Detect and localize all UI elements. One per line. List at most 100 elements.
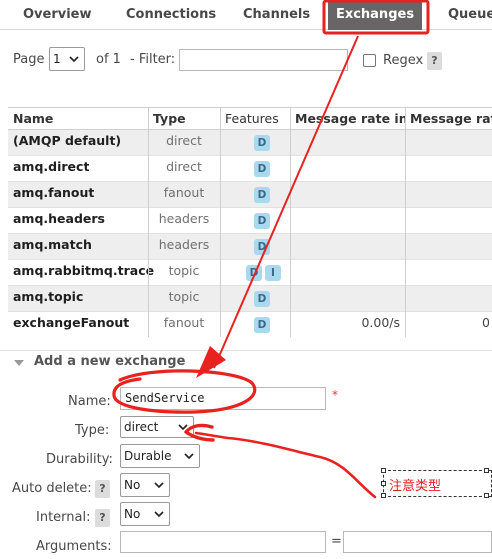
tab-connections[interactable]: Connections (126, 0, 216, 30)
rate-out: 0 (482, 315, 490, 330)
chevron-down-icon (69, 56, 79, 63)
durable-badge: D (254, 317, 270, 333)
table-row[interactable]: exchangeFanout fanout D 0.00/s 0 (8, 312, 492, 337)
exchange-name[interactable]: amq.match (13, 234, 92, 260)
auto-delete-label: Auto delete: (12, 481, 92, 496)
rate-in (290, 182, 405, 208)
exchange-name[interactable]: amq.topic (13, 286, 83, 312)
type-label: Type: (75, 423, 110, 438)
table-row[interactable]: amq.headers headers D (8, 208, 492, 234)
exchanges-table: Name Type Features Message rate in Messa… (8, 107, 492, 337)
durable-badge: D (246, 265, 262, 281)
auto-delete-help-button[interactable]: ? (95, 480, 110, 498)
arguments-label: Arguments: (36, 539, 112, 554)
table-row[interactable]: amq.direct direct D (8, 156, 492, 182)
exchange-name[interactable]: amq.direct (13, 156, 89, 182)
tab-exchanges[interactable]: Exchanges (328, 0, 422, 30)
exchange-type: direct (166, 159, 202, 174)
exchange-name[interactable]: amq.fanout (13, 182, 94, 208)
rate-out (405, 156, 492, 182)
name-input[interactable]: SendService (120, 387, 326, 410)
durable-badge: D (254, 161, 270, 177)
exchange-features: D I (220, 260, 290, 286)
col-features: Features (225, 111, 279, 126)
rate-out (405, 286, 492, 312)
table-row[interactable]: amq.match headers D (8, 234, 492, 260)
rate-in (290, 286, 405, 312)
internal-select[interactable]: No (120, 502, 170, 526)
internal-help-button[interactable]: ? (95, 509, 110, 527)
col-message-rate-out[interactable]: Message rat (405, 108, 492, 130)
page-count: of 1 (96, 52, 121, 67)
paging-bar: Page 1 of 1 - Filter: Regex ? (0, 46, 492, 74)
table-row[interactable]: amq.fanout fanout D (8, 182, 492, 208)
type-select-value: direct (124, 420, 159, 434)
equals-sign: = (331, 534, 342, 549)
table-row[interactable]: amq.topic topic D (8, 286, 492, 312)
regex-checkbox[interactable] (363, 54, 376, 67)
type-select[interactable]: direct (120, 416, 194, 438)
chevron-down-icon (178, 424, 188, 431)
add-exchange-section-header[interactable]: Add a new exchange (0, 350, 492, 374)
chevron-down-icon (154, 511, 164, 518)
chevron-down-icon (154, 482, 164, 489)
column-divider (290, 108, 291, 337)
rate-out (405, 130, 492, 156)
rate-in (290, 130, 405, 156)
tab-overview[interactable]: Overview (23, 0, 92, 30)
exchange-name[interactable]: amq.headers (13, 208, 105, 234)
table-row[interactable]: amq.rabbitmq.trace topic D I (8, 260, 492, 286)
column-divider (220, 108, 221, 337)
rate-in (290, 234, 405, 260)
col-type[interactable]: Type (148, 108, 220, 130)
exchange-name[interactable]: exchangeFanout (13, 312, 129, 337)
exchange-type: direct (166, 133, 202, 148)
argument-value-input[interactable] (343, 531, 492, 553)
resize-handle (381, 468, 386, 473)
auto-delete-select-value: No (124, 478, 141, 492)
exchange-features: D (220, 156, 290, 182)
add-exchange-title[interactable]: Add a new exchange (34, 354, 185, 369)
exchange-name[interactable]: amq.rabbitmq.trace (13, 260, 154, 286)
rate-out (405, 234, 492, 260)
durability-label: Durability: (46, 452, 113, 467)
argument-key-input[interactable] (120, 531, 326, 553)
column-divider (148, 108, 149, 337)
exchange-features: D (220, 130, 290, 156)
regex-help-button[interactable]: ? (427, 52, 442, 70)
auto-delete-select[interactable]: No (120, 473, 170, 497)
rate-in (290, 208, 405, 234)
resize-handle (484, 468, 489, 473)
durable-badge: D (254, 187, 270, 203)
col-message-rate-in[interactable]: Message rate in (290, 108, 405, 130)
durability-select[interactable]: Durable (120, 444, 200, 468)
annotation-note-text: 注意类型 (389, 479, 442, 494)
exchange-name[interactable]: (AMQP default) (13, 130, 121, 156)
tab-queues[interactable]: Queue (448, 0, 492, 30)
page-select-value: 1 (53, 52, 61, 66)
page-select[interactable]: 1 (49, 47, 85, 71)
page-label: Page (13, 52, 45, 67)
exchange-features: D (220, 312, 290, 337)
col-name[interactable]: Name (8, 108, 148, 130)
top-nav-tabs: Overview Connections Channels Exchanges … (0, 0, 492, 30)
durable-badge: D (254, 135, 270, 151)
tab-channels[interactable]: Channels (243, 0, 310, 30)
exchange-features: D (220, 182, 290, 208)
table-row[interactable]: (AMQP default) direct D (8, 130, 492, 156)
durable-badge: D (254, 213, 270, 229)
filter-input[interactable] (179, 49, 348, 71)
column-divider (405, 108, 406, 337)
regex-label: Regex (383, 53, 424, 68)
internal-select-value: No (124, 507, 141, 521)
rate-in (290, 156, 405, 182)
rate-out (405, 208, 492, 234)
rate-out (405, 260, 492, 286)
exchange-type: topic (168, 289, 200, 304)
rate-in (290, 260, 405, 286)
rate-out (405, 182, 492, 208)
collapse-triangle-icon[interactable] (14, 360, 24, 366)
internal-badge: I (265, 265, 281, 281)
exchange-type: headers (158, 237, 210, 252)
name-label: Name: (68, 394, 111, 409)
